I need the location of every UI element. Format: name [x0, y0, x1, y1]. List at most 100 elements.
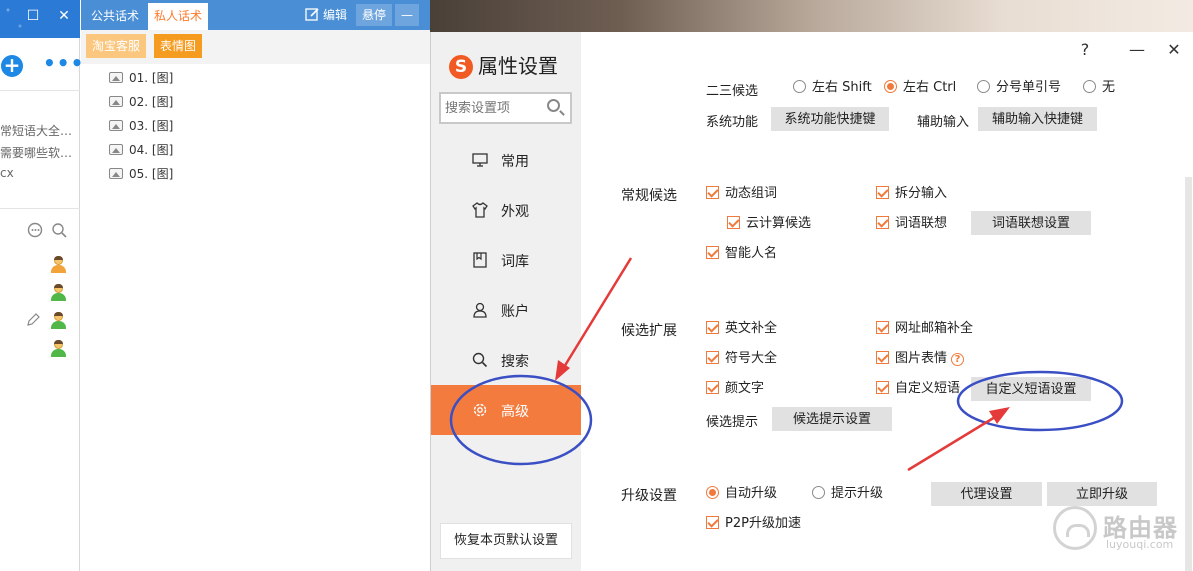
checkbox-smart-name[interactable]: 智能人名: [706, 245, 777, 263]
sogou-logo-icon: S: [449, 55, 473, 79]
radio-label: 无: [1102, 80, 1116, 95]
radio-label: 分号单引号: [996, 80, 1062, 95]
chat-preview-1[interactable]: 常短语大全…: [0, 122, 80, 139]
phrase-label: 03. [图]: [129, 119, 174, 133]
checkbox-label: 符号大全: [725, 351, 778, 366]
help-icon[interactable]: ?: [1076, 40, 1094, 59]
chat-bubble-icon[interactable]: [27, 222, 44, 239]
category-emoji-button[interactable]: 表情图: [154, 34, 203, 58]
minimize-icon[interactable]: —: [1128, 40, 1146, 59]
list-item[interactable]: 05. [图]: [109, 162, 173, 186]
radio-dot: [977, 80, 990, 93]
sidebar-item-search[interactable]: 搜索: [431, 335, 581, 385]
checkbox-cloud-candidate[interactable]: 云计算候选: [727, 215, 811, 233]
tab-public-phrases[interactable]: 公共话术: [85, 3, 145, 30]
edit-icon: [305, 8, 319, 21]
checkbox-dynamic-words[interactable]: 动态组词: [706, 185, 777, 203]
phrase-tab-bar: 公共话术 私人话术 编辑 悬停 —: [81, 0, 430, 30]
aux-input-shortcut-button[interactable]: 辅助输入快捷键: [978, 107, 1097, 131]
help-icon[interactable]: ?: [951, 353, 965, 366]
edit-button[interactable]: 编辑: [305, 4, 347, 26]
phrase-label: 01. [图]: [129, 71, 174, 85]
category-taobao-button[interactable]: 淘宝客服: [86, 34, 147, 58]
checkbox-box: [706, 321, 719, 334]
checkbox-symbols[interactable]: 符号大全: [706, 350, 777, 368]
edit-label: 编辑: [323, 8, 348, 22]
radio-dot: [706, 486, 719, 499]
radio-label: 自动升级: [725, 486, 778, 501]
add-icon[interactable]: +: [1, 55, 23, 77]
custom-phrase-settings-button[interactable]: 自定义短语设置: [971, 377, 1091, 401]
checkbox-custom-phrase[interactable]: 自定义短语: [876, 380, 960, 398]
proxy-settings-button[interactable]: 代理设置: [931, 482, 1042, 506]
checkbox-box: [706, 381, 719, 394]
search-icon[interactable]: [547, 99, 560, 112]
list-item[interactable]: 04. [图]: [109, 138, 173, 162]
checkbox-label: P2P升级加速: [725, 516, 801, 531]
more-icon[interactable]: •••: [43, 53, 84, 73]
sidebar-item-label: 账户: [501, 304, 529, 320]
checkbox-image-emoji[interactable]: 图片表情?: [876, 350, 965, 368]
checkbox-english-completion[interactable]: 英文补全: [706, 320, 777, 338]
section-regular-candidates: 常规候选: [621, 188, 677, 204]
radio-ctrl[interactable]: 左右 Ctrl: [884, 79, 956, 97]
system-function-label: 系统功能: [706, 115, 759, 130]
list-item[interactable]: 01. [图]: [109, 66, 173, 90]
close-icon[interactable]: ✕: [1165, 40, 1183, 59]
restore-defaults-button[interactable]: 恢复本页默认设置: [440, 523, 572, 559]
checkbox-box: [706, 246, 719, 259]
background-photo: [430, 0, 1193, 34]
phrase-category-bar: 淘宝客服 表情图: [81, 30, 430, 64]
divider: [0, 208, 80, 209]
sidebar-item-appearance[interactable]: 外观: [431, 185, 581, 235]
radio-shift[interactable]: 左右 Shift: [793, 79, 872, 97]
chat-preview-3[interactable]: cx: [0, 166, 80, 180]
sidebar-item-label: 常用: [501, 154, 529, 170]
sidebar-item-dictionary[interactable]: 词库: [431, 235, 581, 285]
sidebar-item-account[interactable]: 账户: [431, 285, 581, 335]
checkbox-box: [876, 381, 889, 394]
contact-avatar-icon[interactable]: [50, 284, 66, 301]
checkbox-label: 英文补全: [725, 321, 778, 336]
radio-semicolon-quote[interactable]: 分号单引号: [977, 79, 1061, 97]
upgrade-now-button[interactable]: 立即升级: [1047, 482, 1157, 506]
shirt-icon: [472, 202, 488, 218]
pen-icon[interactable]: [26, 312, 41, 327]
search-icon: [472, 352, 488, 368]
aux-input-label: 辅助输入: [917, 115, 970, 130]
phrase-label: 04. [图]: [129, 143, 174, 157]
sidebar-item-common[interactable]: 常用: [431, 135, 581, 185]
system-shortcut-button[interactable]: 系统功能快捷键: [771, 107, 889, 131]
checkbox-url-email-completion[interactable]: 网址邮箱补全: [876, 320, 973, 338]
sidebar-item-advanced[interactable]: 高级: [431, 385, 581, 435]
float-button[interactable]: 悬停: [356, 4, 393, 26]
chat-preview-2[interactable]: 需要哪些软…: [0, 144, 80, 161]
checkbox-label: 智能人名: [725, 246, 778, 261]
radio-none[interactable]: 无: [1083, 79, 1115, 97]
radio-prompt-upgrade[interactable]: 提示升级: [812, 485, 883, 503]
list-item[interactable]: 03. [图]: [109, 114, 173, 138]
radio-auto-upgrade[interactable]: 自动升级: [706, 485, 777, 503]
checkbox-split-input[interactable]: 拆分输入: [876, 185, 947, 203]
tab-private-phrases[interactable]: 私人话术: [148, 3, 209, 30]
contact-avatar-icon[interactable]: [50, 312, 66, 329]
checkbox-word-association[interactable]: 词语联想: [876, 215, 947, 233]
candidate-23-label: 二三候选: [706, 84, 759, 99]
section-candidate-extension: 候选扩展: [621, 323, 677, 339]
minimize-button[interactable]: —: [395, 4, 419, 26]
candidate-hint-settings-button[interactable]: 候选提示设置: [772, 407, 892, 431]
checkbox-label: 颜文字: [725, 381, 765, 396]
search-icon[interactable]: [51, 222, 68, 239]
settings-sidebar: S属性设置 常用 外观 词库: [431, 32, 581, 571]
book-icon: [473, 252, 487, 268]
contact-avatar-icon[interactable]: [50, 256, 66, 273]
phrase-list: 01. [图] 02. [图] 03. [图] 04. [图] 05. [图]: [109, 66, 173, 186]
checkbox-kaomoji[interactable]: 颜文字: [706, 380, 764, 398]
maximize-icon[interactable]: ☐: [24, 8, 42, 24]
checkbox-p2p-upgrade[interactable]: P2P升级加速: [706, 515, 801, 533]
contact-avatar-icon[interactable]: [50, 340, 66, 357]
radio-label: 提示升级: [831, 486, 884, 501]
list-item[interactable]: 02. [图]: [109, 90, 173, 114]
close-icon[interactable]: ✕: [55, 8, 73, 24]
word-association-settings-button[interactable]: 词语联想设置: [971, 211, 1091, 235]
